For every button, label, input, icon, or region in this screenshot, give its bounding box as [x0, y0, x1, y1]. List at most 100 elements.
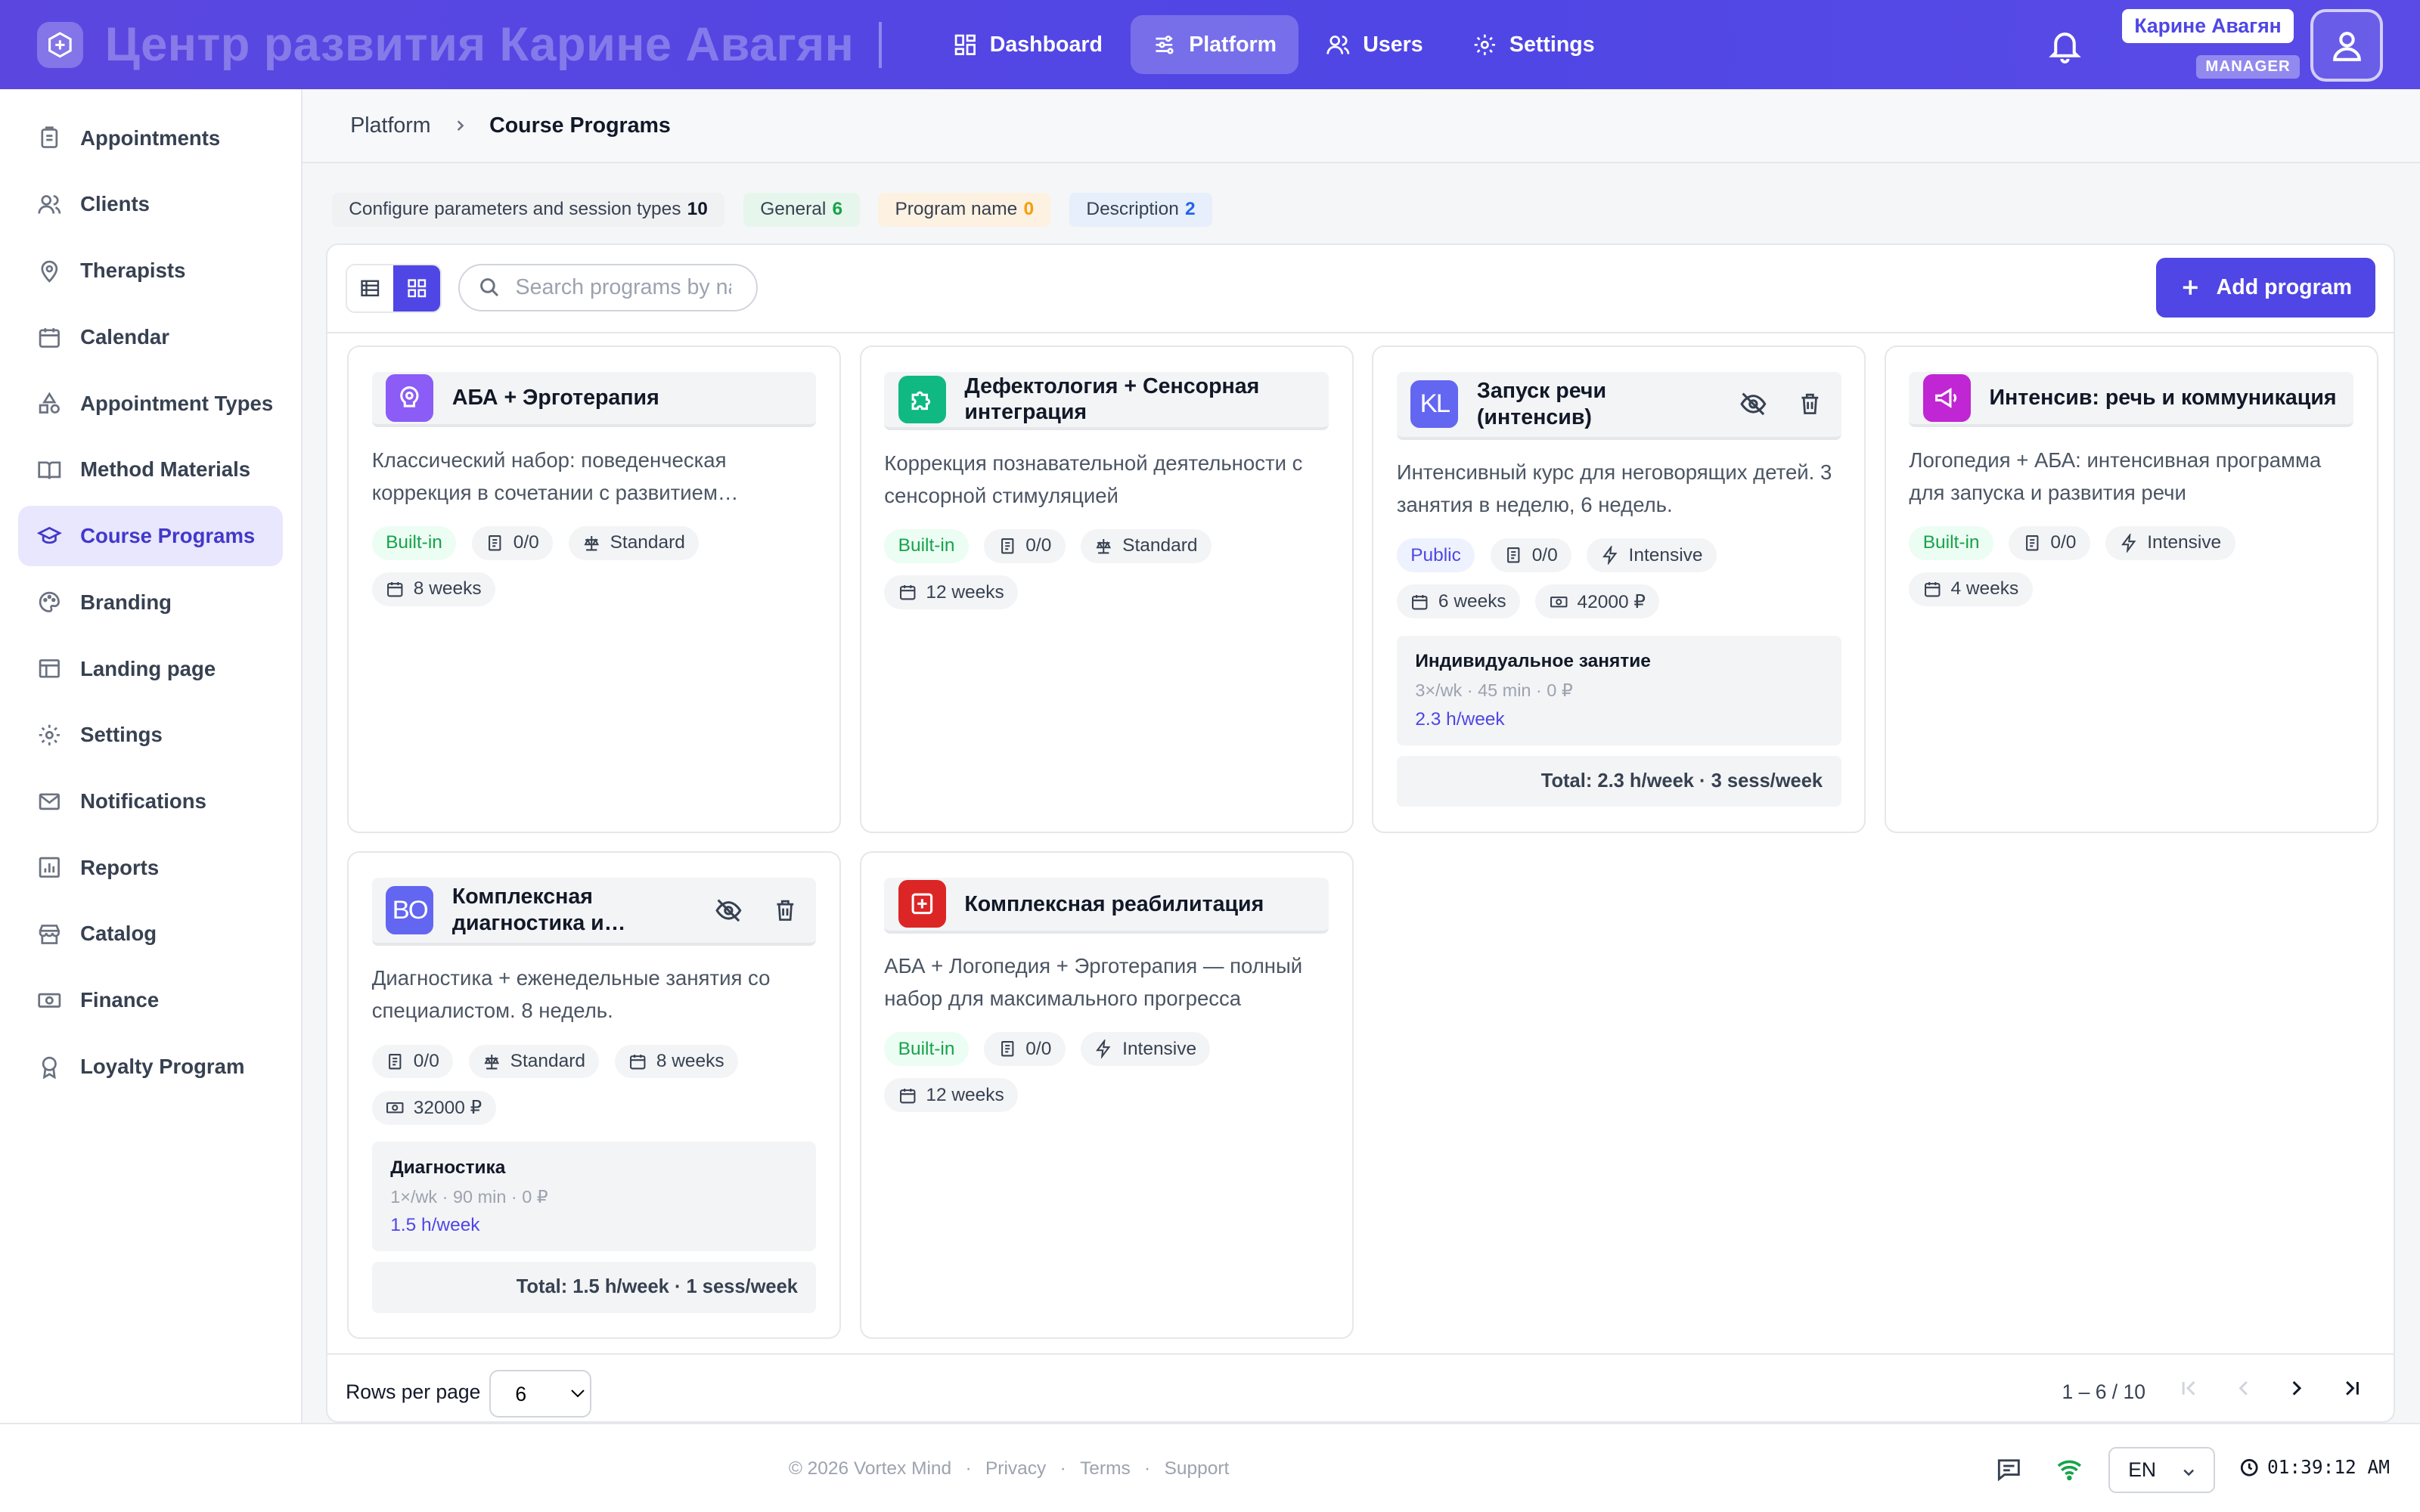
brain-icon	[386, 373, 434, 423]
sidebar-item-landing-page[interactable]: Landing page	[18, 639, 282, 699]
breadcrumb-current: Course Programs	[489, 113, 671, 138]
chevron-left-icon	[2238, 1381, 2248, 1396]
chat-icon[interactable]	[1996, 1456, 2022, 1483]
banknote-icon	[1550, 596, 1568, 607]
nav-settings-label: Settings	[1509, 32, 1595, 57]
app-logo-icon[interactable]	[36, 21, 84, 68]
sidebar-item-finance[interactable]: Finance	[18, 970, 282, 1030]
chevron-right-icon	[2293, 1381, 2302, 1396]
rows-per-page-select[interactable]: 6	[489, 1370, 591, 1418]
store-icon	[39, 925, 60, 945]
last-page-button[interactable]	[2337, 1373, 2368, 1404]
card-header: Дефектология + Сенсорная интеграция	[884, 371, 1329, 431]
sidebar-item-label: Therapists	[80, 259, 186, 283]
tag-label: 8 weeks	[413, 578, 482, 600]
chip-program-name[interactable]: Program name 0	[878, 193, 1051, 227]
card-header: Комплексная реабилитация	[884, 878, 1329, 934]
program-card[interactable]: Комплексная реабилитация АБА + Логопедия…	[859, 851, 1354, 1340]
document-icon	[1001, 1041, 1013, 1057]
built-in-badge: Built-in	[371, 525, 457, 560]
gear-icon	[39, 724, 60, 745]
scale-icon	[1096, 539, 1112, 554]
session-meta: 1×/wk · 90 min · 0 ₽	[390, 1186, 548, 1207]
eye-off-icon[interactable]	[715, 897, 743, 925]
built-in-badge: Built-in	[1909, 525, 1993, 560]
scale-icon	[584, 536, 599, 551]
avatar[interactable]	[2310, 9, 2383, 82]
location-icon	[41, 260, 58, 283]
session-hours: 2.3 h/week	[1415, 708, 1505, 730]
card-tags: Built-in 0/0 Intensive 12 weeks	[884, 1032, 1332, 1113]
grid-view-button[interactable]	[393, 265, 440, 312]
scale-icon	[484, 1054, 499, 1070]
sidebar-item-course-programs[interactable]: Course Programs	[18, 506, 283, 566]
sidebar-item-clients[interactable]: Clients	[18, 175, 282, 235]
tag-label: Intensive	[1628, 544, 1703, 565]
trash-icon[interactable]	[1798, 392, 1823, 417]
next-page-button[interactable]	[2281, 1373, 2312, 1404]
search-input[interactable]	[515, 275, 732, 301]
sidebar-item-notifications[interactable]: Notifications	[18, 771, 282, 832]
sidebar-item-settings[interactable]: Settings	[18, 705, 282, 765]
card-description: Интенсивный курс для неговорящих детей. …	[1396, 460, 1832, 516]
program-card[interactable]: АБА + Эрготерапия Классический набор: по…	[347, 345, 842, 833]
sidebar-item-appointment-types[interactable]: Appointment Types	[18, 373, 282, 434]
privacy-link[interactable]: Privacy	[985, 1458, 1046, 1479]
sidebar-item-branding[interactable]: Branding	[18, 572, 282, 633]
nav-settings[interactable]: Settings	[1450, 15, 1616, 74]
program-card[interactable]: Интенсив: речь и коммуникация Логопедия …	[1884, 345, 2378, 833]
program-card[interactable]: Дефектология + Сенсорная интеграция Корр…	[859, 345, 1354, 833]
sidebar-item-loyalty-program[interactable]: Loyalty Program	[18, 1036, 282, 1097]
level-tag: Intensive	[1081, 1032, 1211, 1067]
sidebar-item-reports[interactable]: Reports	[18, 838, 282, 898]
tag-label: 0/0	[413, 1050, 439, 1071]
first-page-button[interactable]	[2173, 1373, 2204, 1404]
sidebar-item-therapists[interactable]: Therapists	[18, 240, 282, 301]
program-card[interactable]: BO Комплексная диагностика и… Диагностик…	[347, 851, 842, 1340]
document-icon	[2025, 535, 2039, 551]
sidebar-item-appointments[interactable]: Appointments	[18, 108, 282, 169]
prev-page-button[interactable]	[2229, 1373, 2260, 1404]
lightning-icon	[1096, 1040, 1111, 1058]
tag-label: Intensive	[1122, 1038, 1197, 1059]
banknote-icon	[386, 1102, 404, 1114]
chart-icon	[39, 857, 60, 878]
search-icon	[479, 278, 498, 297]
program-card[interactable]: KL Запуск речи (интенсив) Интенсивный ку…	[1372, 345, 1866, 833]
eye-off-icon[interactable]	[1739, 390, 1767, 418]
nav-dashboard-label: Dashboard	[989, 32, 1103, 57]
trash-icon[interactable]	[773, 898, 798, 923]
built-in-badge: Built-in	[884, 528, 969, 563]
footer-links: © 2026 Vortex Mind · Privacy · Terms · S…	[789, 1458, 1229, 1479]
user-name[interactable]: Карине Авагян	[2122, 9, 2294, 44]
programs-panel: Add program АБА + Эрготерапия Классическ…	[325, 243, 2396, 1423]
breadcrumb-parent[interactable]: Platform	[350, 113, 430, 138]
nav-users[interactable]: Users	[1305, 15, 1444, 74]
add-program-button[interactable]: Add program	[2155, 257, 2375, 318]
sidebar-item-calendar[interactable]: Calendar	[18, 307, 282, 367]
chip-description[interactable]: Description 2	[1069, 193, 1213, 227]
bell-icon[interactable]	[2046, 26, 2083, 64]
materials-tag: 0/0	[471, 525, 554, 560]
sidebar-item-label: Branding	[80, 590, 172, 614]
mail-icon	[39, 793, 60, 810]
materials-tag: 0/0	[1490, 538, 1572, 573]
chip-general[interactable]: General 6	[743, 193, 860, 227]
support-link[interactable]: Support	[1165, 1458, 1230, 1479]
card-tags: Built-in 0/0 Standard 12 weeks	[884, 528, 1332, 609]
nav-platform[interactable]: Platform	[1130, 15, 1298, 74]
tag-label: 12 weeks	[926, 581, 1004, 603]
list-view-button[interactable]	[347, 265, 394, 312]
nav-dashboard[interactable]: Dashboard	[931, 15, 1124, 74]
users-icon	[38, 195, 61, 214]
rows-per-page-label: Rows per page	[346, 1380, 481, 1404]
session-name: Диагностика	[390, 1157, 506, 1178]
chip-total[interactable]: Configure parameters and session types 10	[331, 193, 725, 227]
language-select[interactable]: EN	[2108, 1447, 2215, 1494]
terms-link[interactable]: Terms	[1080, 1458, 1131, 1479]
sidebar-item-method-materials[interactable]: Method Materials	[18, 440, 282, 500]
tag-label: 6 weeks	[1438, 590, 1506, 612]
card-description: Диагностика + еженедельные занятия со сп…	[371, 966, 771, 1023]
tag-label: Public	[1410, 544, 1461, 565]
sidebar-item-catalog[interactable]: Catalog	[18, 904, 282, 965]
